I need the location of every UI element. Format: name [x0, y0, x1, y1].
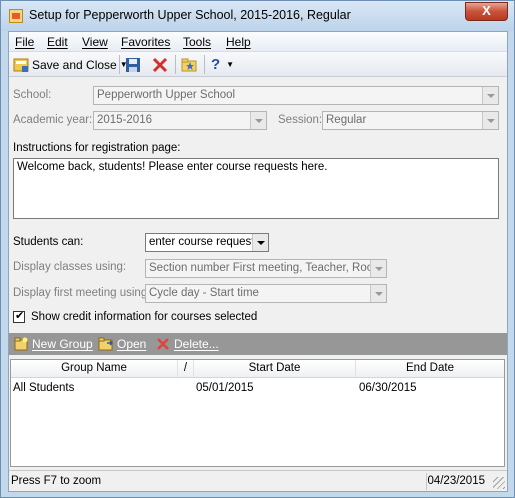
menu-bar: File Edit View Favorites Tools Help	[9, 32, 507, 52]
display-first-meeting-label: Display first meeting using:	[13, 287, 151, 299]
row-end-date: 06/30/2015	[359, 382, 417, 394]
save-and-close-label: Save and Close	[32, 57, 117, 72]
menu-help[interactable]: Help	[226, 35, 251, 49]
help-button[interactable]: ? ▼	[211, 55, 234, 74]
open-label: Open	[117, 337, 147, 351]
save-close-icon	[13, 57, 29, 73]
column-header-start-date[interactable]: Start Date	[194, 360, 356, 377]
favorites-button[interactable]	[181, 55, 197, 74]
session-combo: Regular	[322, 111, 499, 130]
session-label: Session:	[278, 114, 323, 126]
main-toolbar: Save and Close ▼ ? ▼	[9, 52, 507, 77]
status-date: 04/23/2015	[427, 475, 485, 487]
menu-edit[interactable]: Edit	[47, 35, 68, 49]
grid-header: Group Name / Start Date End Date	[11, 360, 504, 378]
academic-year-combo: 2015-2016	[93, 111, 267, 130]
row-group-name: All Students	[13, 382, 75, 394]
status-bar: Press F7 to zoom 04/23/2015	[9, 470, 507, 491]
new-group-label: New Group	[32, 337, 93, 351]
chevron-down-icon	[370, 260, 386, 277]
display-classes-combo: Section number First meeting, Teacher, R…	[145, 259, 387, 278]
display-classes-label: Display classes using:	[13, 261, 127, 273]
new-group-icon	[13, 336, 29, 352]
instructions-label: Instructions for registration page:	[13, 142, 181, 154]
open-folder-icon	[98, 336, 114, 352]
menu-file[interactable]: File	[15, 35, 34, 49]
dialog-client: File Edit View Favorites Tools Help Save…	[8, 31, 508, 492]
chevron-down-icon	[482, 112, 498, 129]
toolbar-separator	[204, 55, 205, 74]
school-combo: Pepperworth Upper School	[93, 86, 499, 105]
instructions-textarea[interactable]: Welcome back, students! Please enter cou…	[13, 158, 499, 219]
app-icon	[9, 9, 23, 23]
school-label: School:	[13, 89, 52, 101]
resize-grip-icon[interactable]	[493, 477, 505, 489]
chevron-down-icon	[250, 112, 266, 129]
menu-view[interactable]: View	[82, 35, 108, 49]
menu-tools[interactable]: Tools	[183, 35, 211, 49]
red-x-icon	[155, 336, 171, 352]
students-can-select[interactable]: enter course requests	[145, 233, 269, 252]
delete-button[interactable]	[152, 55, 168, 74]
save-and-close-button[interactable]: Save and Close ▼	[13, 55, 128, 74]
academic-year-label: Academic year:	[13, 114, 93, 126]
chevron-down-icon[interactable]: ▼	[226, 60, 234, 69]
close-button[interactable]: X	[465, 2, 508, 21]
column-header-sort[interactable]: /	[178, 360, 194, 377]
floppy-disk-icon	[125, 57, 141, 73]
window-title: Setup for Pepperworth Upper School, 2015…	[29, 8, 351, 22]
school-value: Pepperworth Upper School	[97, 89, 236, 101]
chevron-down-icon	[482, 87, 498, 104]
column-header-end-date[interactable]: End Date	[356, 360, 504, 377]
column-header-group-name[interactable]: Group Name	[11, 360, 178, 377]
save-button[interactable]	[125, 55, 141, 74]
menu-favorites[interactable]: Favorites	[121, 35, 170, 49]
students-can-label: Students can:	[13, 236, 84, 248]
toolbar-separator	[175, 55, 176, 74]
display-first-meeting-value: Cycle day - Start time	[149, 287, 259, 299]
session-value: Regular	[326, 114, 367, 126]
app-window: Setup for Pepperworth Upper School, 2015…	[0, 0, 515, 498]
display-classes-value: Section number First meeting, Teacher, R…	[149, 262, 383, 274]
table-row[interactable]: All Students 05/01/2015 06/30/2015	[11, 379, 504, 397]
groups-grid: Group Name / Start Date End Date All Stu…	[10, 359, 505, 467]
academic-year-value: 2015-2016	[97, 114, 152, 126]
open-button[interactable]: Open	[98, 336, 146, 352]
chevron-down-icon[interactable]	[252, 234, 268, 251]
chevron-down-icon	[370, 285, 386, 302]
delete-label: Delete...	[174, 337, 219, 351]
red-x-icon	[152, 57, 168, 73]
show-credit-label: Show credit information for courses sele…	[31, 311, 258, 323]
title-bar[interactable]: Setup for Pepperworth Upper School, 2015…	[1, 1, 514, 31]
show-credit-checkbox[interactable]	[13, 309, 25, 323]
students-can-value: enter course requests	[149, 236, 261, 248]
folder-star-icon	[181, 57, 197, 73]
toolbar-separator	[119, 55, 120, 74]
new-group-button[interactable]: New Group	[13, 336, 93, 352]
help-icon: ?	[211, 56, 221, 73]
row-start-date: 05/01/2015	[196, 382, 254, 394]
display-first-meeting-combo: Cycle day - Start time	[145, 284, 387, 303]
status-hint: Press F7 to zoom	[11, 475, 102, 487]
grid-toolbar: New Group Open Delete...	[9, 333, 507, 355]
delete-group-button[interactable]: Delete...	[155, 336, 219, 352]
